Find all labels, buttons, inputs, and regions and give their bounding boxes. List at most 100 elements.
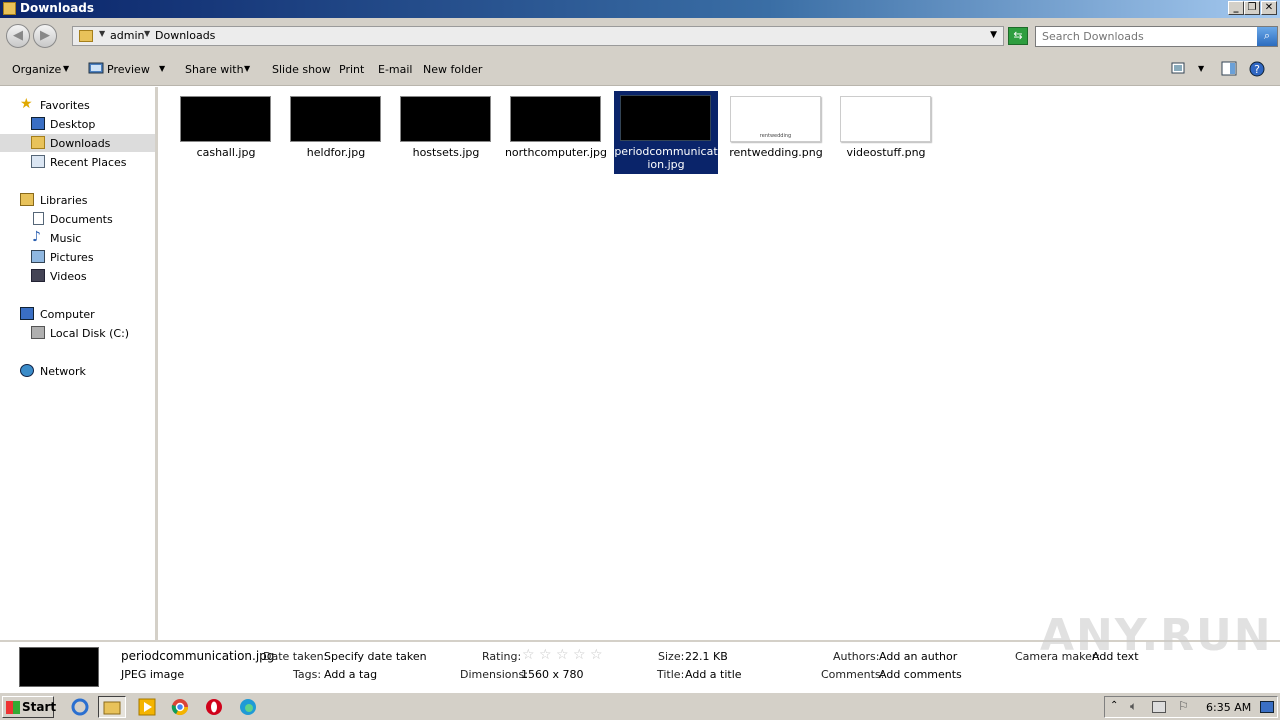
authors-value[interactable]: Add an author <box>879 650 957 663</box>
nav-item-music[interactable]: ♪ Music <box>0 229 155 247</box>
clock[interactable]: 6:35 AM <box>1206 701 1251 714</box>
tags-value[interactable]: Add a tag <box>324 668 377 681</box>
comments-value[interactable]: Add comments <box>879 668 962 681</box>
file-item[interactable]: northcomputer.jpg <box>504 92 608 173</box>
explorer-taskbar-icon[interactable] <box>98 696 126 718</box>
comments-label: Comments: <box>821 668 885 681</box>
file-list: cashall.jpg heldfor.jpg hostsets.jpg nor… <box>160 87 1280 640</box>
nav-label: Desktop <box>50 118 96 131</box>
preview-button[interactable]: Preview <box>107 63 150 76</box>
close-button[interactable]: ✕ <box>1261 1 1277 15</box>
file-thumbnail <box>510 96 601 142</box>
rating-star-icon[interactable]: ☆ <box>573 647 586 663</box>
file-name: videostuff.png <box>846 146 926 159</box>
action-center-flag-icon[interactable]: ⚐ <box>1178 699 1189 713</box>
folder-icon <box>3 2 16 15</box>
chrome-taskbar-icon[interactable] <box>166 696 194 718</box>
ie-taskbar-icon[interactable] <box>66 696 94 718</box>
address-dropdown-icon[interactable]: ▼ <box>990 30 997 40</box>
nav-item-videos[interactable]: Videos <box>0 267 155 285</box>
title-label: Title: <box>657 668 685 681</box>
title-bar: Downloads _ ❐ ✕ <box>0 0 1280 18</box>
file-thumbnail <box>290 96 381 142</box>
search-icon[interactable]: ⌕ <box>1257 27 1277 46</box>
rating-star-icon[interactable]: ☆ <box>539 647 552 663</box>
file-item-selected[interactable]: periodcommunication.jpg <box>614 91 718 174</box>
nav-item-recent-places[interactable]: Recent Places <box>0 153 155 171</box>
chevron-down-icon[interactable]: ▼ <box>144 29 150 38</box>
file-thumbnail <box>840 96 931 142</box>
restore-button[interactable]: ❐ <box>1244 1 1260 15</box>
nav-item-favorites[interactable]: ★ Favorites <box>18 96 158 114</box>
nav-label: Pictures <box>50 251 94 264</box>
edge-taskbar-icon[interactable] <box>234 696 262 718</box>
folder-icon <box>79 30 93 42</box>
refresh-icon[interactable]: ⇆ <box>1008 27 1028 45</box>
rating-star-icon[interactable]: ☆ <box>522 647 535 663</box>
nav-item-pictures[interactable]: Pictures <box>0 248 155 266</box>
show-desktop-icon[interactable] <box>1260 701 1274 713</box>
thumbnail-text: rentwedding <box>759 133 792 139</box>
chevron-down-icon[interactable]: ▼ <box>159 64 165 73</box>
volume-icon[interactable]: 🔈︎ <box>1130 699 1137 714</box>
media-player-taskbar-icon[interactable] <box>133 696 161 718</box>
slide-show-button[interactable]: Slide show <box>272 63 331 76</box>
chevron-down-icon[interactable]: ▼ <box>1198 64 1204 73</box>
rating-star-icon[interactable]: ☆ <box>556 647 569 663</box>
chevron-down-icon[interactable]: ▼ <box>244 64 250 73</box>
file-item[interactable]: videostuff.png <box>834 92 938 173</box>
print-button[interactable]: Print <box>339 63 364 76</box>
file-item[interactable]: hostsets.jpg <box>394 92 498 173</box>
new-folder-button[interactable]: New folder <box>423 63 482 76</box>
breadcrumb-downloads[interactable]: Downloads <box>155 29 215 42</box>
file-item[interactable]: rentwedding rentwedding.png <box>724 92 828 173</box>
view-options-icon[interactable] <box>1171 61 1185 78</box>
rating-star-icon[interactable]: ☆ <box>590 647 603 663</box>
forward-button[interactable]: ▶ <box>33 24 57 48</box>
pictures-icon <box>31 250 45 263</box>
search-input[interactable] <box>1042 30 1252 43</box>
file-name: northcomputer.jpg <box>504 146 608 159</box>
preview-pane-icon[interactable] <box>1221 61 1237 79</box>
help-icon[interactable]: ? <box>1249 61 1265 80</box>
show-hidden-icons-icon[interactable]: ⌃ <box>1110 700 1118 711</box>
address-field[interactable]: ▼ admin ▼ Downloads ▼ <box>72 26 1004 46</box>
network-tray-icon[interactable] <box>1152 701 1166 713</box>
nav-item-libraries[interactable]: Libraries <box>18 191 158 209</box>
title-value[interactable]: Add a title <box>685 668 742 681</box>
minimize-button[interactable]: _ <box>1228 1 1244 15</box>
nav-item-local-disk[interactable]: Local Disk (C:) <box>0 324 155 342</box>
date-taken-value[interactable]: Specify date taken <box>324 650 427 663</box>
start-button[interactable]: Start <box>2 696 56 718</box>
nav-item-network[interactable]: Network <box>18 362 158 380</box>
email-button[interactable]: E-mail <box>378 63 413 76</box>
address-bar: ◀ ▶ ▼ admin ▼ Downloads ▼ ⇆ ⌕ <box>0 18 1280 54</box>
chevron-down-icon[interactable]: ▼ <box>63 64 69 73</box>
dimensions-value: 1560 x 780 <box>521 668 584 681</box>
desktop-icon <box>31 117 45 130</box>
file-thumbnail <box>620 95 711 141</box>
search-box[interactable]: ⌕ <box>1035 26 1278 47</box>
music-icon: ♪ <box>32 229 41 245</box>
share-with-button[interactable]: Share with <box>185 63 244 76</box>
organize-button[interactable]: Organize <box>12 63 61 76</box>
file-item[interactable]: heldfor.jpg <box>284 92 388 173</box>
nav-item-computer[interactable]: Computer <box>18 305 158 323</box>
file-name: rentwedding.png <box>729 146 823 159</box>
back-button[interactable]: ◀ <box>6 24 30 48</box>
nav-label: Music <box>50 232 82 245</box>
file-item[interactable]: cashall.jpg <box>174 92 278 173</box>
breadcrumb-admin[interactable]: admin <box>110 29 144 42</box>
dimensions-label: Dimensions: <box>460 668 528 681</box>
nav-item-documents[interactable]: Documents <box>0 210 155 228</box>
nav-item-desktop[interactable]: Desktop <box>0 115 155 133</box>
opera-taskbar-icon[interactable] <box>200 696 228 718</box>
nav-label: Documents <box>50 213 113 226</box>
date-taken-label: Date taken: <box>263 650 328 663</box>
videos-icon <box>31 269 45 282</box>
system-tray: ⌃ 🔈︎ ⚐ 6:35 AM <box>1104 696 1278 718</box>
rating-label: Rating: <box>482 650 522 663</box>
chevron-down-icon[interactable]: ▼ <box>99 29 105 38</box>
recent-places-icon <box>31 155 45 168</box>
nav-item-downloads[interactable]: Downloads <box>0 134 155 152</box>
